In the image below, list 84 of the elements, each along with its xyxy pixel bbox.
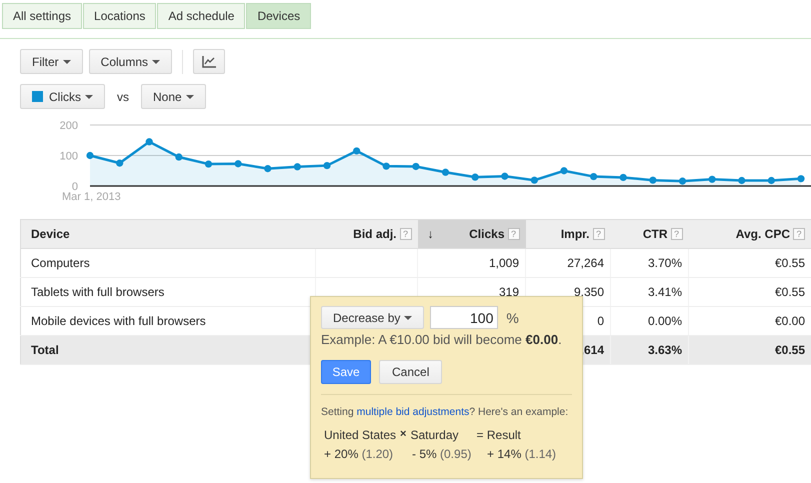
table-cell: 0 bbox=[597, 314, 604, 328]
help-text: Setting multiple bid adjustments? Here's an example: bbox=[321, 406, 570, 418]
data-point bbox=[234, 160, 242, 168]
columns-button[interactable]: Columns bbox=[88, 49, 172, 74]
sort-arrow-icon: ↓ bbox=[428, 227, 434, 241]
header-label: Device bbox=[31, 227, 70, 241]
column-header[interactable]: Avg. CPC ? bbox=[688, 220, 811, 248]
data-point bbox=[649, 176, 656, 184]
header-label: Clicks bbox=[469, 227, 504, 241]
table-cell: €0.55 bbox=[774, 343, 805, 357]
example-value: + 20% (1.20) bbox=[324, 447, 394, 461]
data-point bbox=[678, 178, 686, 185]
header-label: CTR bbox=[642, 227, 668, 241]
axis-tick-label: 200 bbox=[60, 120, 78, 132]
adjustment-dropdown[interactable]: Decrease by bbox=[321, 306, 424, 329]
data-point bbox=[590, 172, 598, 180]
metric-dropdown[interactable]: None bbox=[141, 84, 206, 109]
line-chart-icon bbox=[202, 56, 216, 68]
data-point bbox=[116, 160, 124, 167]
data-point bbox=[501, 172, 508, 180]
table-cell: Mobile devices with full browsers bbox=[31, 314, 206, 328]
data-point bbox=[353, 147, 360, 155]
table-cell: 9,350 bbox=[574, 285, 604, 299]
header-label: Bid adj. bbox=[353, 227, 396, 241]
data-point bbox=[175, 153, 182, 161]
column-header[interactable]: Impr. ? bbox=[526, 220, 610, 248]
chart-toggle-button[interactable] bbox=[193, 49, 226, 74]
data-point bbox=[294, 163, 301, 170]
data-point bbox=[472, 174, 479, 181]
data-point bbox=[797, 175, 805, 182]
table-cell: 3.63% bbox=[648, 343, 682, 357]
data-point bbox=[738, 176, 746, 184]
tab[interactable]: All settings bbox=[2, 3, 82, 29]
example-text: Example: A €10.00 bid will become €0.00. bbox=[321, 332, 563, 347]
data-point bbox=[768, 176, 775, 184]
tab[interactable]: Devices bbox=[246, 3, 312, 29]
table-cell: 319 bbox=[498, 285, 519, 299]
table-cell: 3.41% bbox=[648, 285, 682, 299]
table-cell: Computers bbox=[31, 256, 90, 270]
data-point bbox=[442, 168, 450, 176]
example-label: United States bbox=[324, 428, 396, 442]
data-point bbox=[530, 176, 538, 184]
example-value: + 14% (1.14) bbox=[487, 447, 556, 461]
filter-button[interactable]: Filter bbox=[20, 49, 83, 74]
table-cell: 0.00% bbox=[648, 314, 682, 328]
example-label: = Result bbox=[476, 428, 521, 442]
percent-label: % bbox=[506, 310, 519, 326]
table-cell: 3.70% bbox=[648, 256, 682, 270]
example-value: - 5% (0.95) bbox=[412, 447, 472, 461]
header-label: Avg. CPC bbox=[736, 227, 790, 241]
example-label: Saturday bbox=[410, 428, 459, 442]
tab[interactable]: Locations bbox=[83, 3, 156, 29]
data-point bbox=[560, 167, 568, 174]
table-cell: 27,264 bbox=[567, 256, 604, 270]
data-point bbox=[86, 152, 94, 160]
times-label: × bbox=[400, 428, 406, 442]
table-cell: €0.55 bbox=[774, 256, 805, 270]
vs-label: vs bbox=[116, 90, 130, 104]
data-point bbox=[264, 165, 272, 172]
axis-tick-label: 0 bbox=[72, 181, 78, 193]
column-header[interactable]: Bid adj. ? bbox=[316, 220, 418, 248]
metric-dropdown[interactable]: Clicks bbox=[20, 84, 105, 109]
column-header[interactable]: ↓ Clicks ? bbox=[418, 220, 526, 248]
tab[interactable]: Ad schedule bbox=[157, 3, 246, 29]
table-cell: Tablets with full browsers bbox=[31, 285, 164, 299]
data-point bbox=[323, 162, 331, 170]
header-label: Impr. bbox=[560, 227, 590, 241]
data-point bbox=[412, 162, 420, 170]
column-header[interactable]: Device bbox=[20, 220, 316, 248]
data-point bbox=[204, 160, 212, 168]
column-header[interactable]: CTR ? bbox=[610, 220, 688, 248]
axis-tick-label: 100 bbox=[60, 150, 78, 162]
table-cell: 1,009 bbox=[488, 256, 519, 270]
percent-input-field[interactable]: 100 bbox=[430, 306, 498, 329]
table-cell: €0.00 bbox=[774, 314, 805, 328]
data-point bbox=[620, 174, 627, 182]
help-link[interactable]: multiple bid adjustments bbox=[356, 406, 470, 418]
data-point bbox=[146, 138, 153, 146]
cancel-button[interactable]: Cancel bbox=[379, 360, 442, 384]
table-cell: Total bbox=[31, 343, 59, 357]
data-point bbox=[382, 162, 390, 170]
data-point bbox=[708, 176, 716, 183]
table-cell: €0.55 bbox=[774, 285, 805, 299]
date-label: Mar 1, 2013 bbox=[62, 191, 121, 203]
